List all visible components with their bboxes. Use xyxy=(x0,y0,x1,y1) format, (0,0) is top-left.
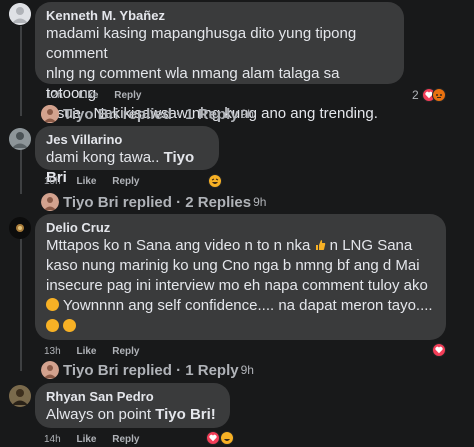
mention-tag[interactable]: Tiyo Bri! xyxy=(155,406,216,423)
comment-text-part: n LNG Sana xyxy=(325,237,413,254)
love-reaction-icon[interactable] xyxy=(432,343,446,357)
replies-time: 9h xyxy=(240,363,254,377)
comment-meta: 12h Like Reply xyxy=(46,90,155,101)
replier-avatar xyxy=(41,361,59,379)
comment-text-part: Mttapos ko n Sana ang video n to n nka xyxy=(46,237,315,254)
timestamp[interactable]: 14h xyxy=(44,434,61,445)
comment-bubble: Jes Villarino dami kong tawa.. Tiyo Bri xyxy=(35,126,219,186)
comment-text-part: dami kong tawa.. xyxy=(46,149,164,166)
replies-text: Tiyo Bri replied · 2 Replies xyxy=(63,193,252,211)
comment-meta: 10h Like Reply xyxy=(44,176,153,187)
like-button[interactable]: Like xyxy=(76,434,96,445)
like-button[interactable]: Like xyxy=(76,346,96,357)
angry-reaction-icon xyxy=(432,88,446,102)
like-button[interactable]: Like xyxy=(76,176,96,187)
comment-bubble: Kenneth M. Ybañez madami kasing mapanghu… xyxy=(35,2,404,122)
avatar[interactable] xyxy=(9,3,31,25)
view-replies-link[interactable]: Tiyo Bri replied · 2 Replies 9h xyxy=(41,193,266,211)
comment-text-part: Always on point xyxy=(46,406,156,423)
replies-text: Tiyo Bri replied · 1 Reply xyxy=(63,105,239,123)
replier-avatar xyxy=(41,105,59,123)
thread-line xyxy=(20,26,22,116)
avatar[interactable] xyxy=(9,128,31,150)
timestamp[interactable]: 12h xyxy=(46,90,63,101)
comment-bubble: Delio Cruz Mttapos ko n Sana ang video n… xyxy=(35,214,446,340)
comment-line: kaso nung marinig ko ung Cno nga b nmng … xyxy=(46,257,420,274)
comment-meta: 14h Like Reply xyxy=(44,434,153,445)
author-name[interactable]: Jes Villarino xyxy=(46,131,208,148)
replier-avatar xyxy=(41,193,59,211)
like-button[interactable]: Like xyxy=(78,90,98,101)
author-name[interactable]: Kenneth M. Ybañez xyxy=(46,7,393,24)
reaction-summary[interactable]: 2 xyxy=(410,87,450,103)
comment-line: Mttapos ko n Sana ang video n to n nka n… xyxy=(46,236,435,256)
reply-button[interactable]: Reply xyxy=(112,434,139,445)
replies-text: Tiyo Bri replied · 1 Reply xyxy=(63,361,239,379)
thread-line xyxy=(20,148,22,194)
timestamp[interactable]: 10h xyxy=(44,176,61,187)
comment-line: madami kasing mapanghusga dito yung tipo… xyxy=(46,25,357,62)
author-name[interactable]: Delio Cruz xyxy=(46,219,435,236)
reaction-count: 2 xyxy=(412,88,419,102)
avatar[interactable] xyxy=(9,217,31,239)
haha-reaction-icon[interactable] xyxy=(208,174,222,188)
rolling-laughing-emoji-icon xyxy=(46,298,59,311)
comment-bubble: Rhyan San Pedro Always on point Tiyo Bri… xyxy=(35,383,230,428)
thumbs-up-emoji-icon xyxy=(315,237,326,250)
dizzy-face-emoji-icon xyxy=(46,319,59,332)
comment-meta: 13h Like Reply xyxy=(44,346,153,357)
reply-button[interactable]: Reply xyxy=(112,346,139,357)
reply-button[interactable]: Reply xyxy=(112,176,139,187)
comment-text-part: Yownnnn ang self confidence.... na dapat… xyxy=(59,297,433,314)
replies-time: 9h xyxy=(240,107,254,121)
love-reaction-icon[interactable] xyxy=(206,431,220,445)
thread-line xyxy=(20,233,22,371)
comment-line: Yownnnn ang self confidence.... na dapat… xyxy=(46,296,435,316)
reply-button[interactable]: Reply xyxy=(114,90,141,101)
avatar[interactable] xyxy=(9,385,31,407)
author-name[interactable]: Rhyan San Pedro xyxy=(46,388,219,405)
view-replies-link[interactable]: Tiyo Bri replied · 1 Reply 9h xyxy=(41,105,254,123)
view-replies-link[interactable]: Tiyo Bri replied · 1 Reply 9h xyxy=(41,361,254,379)
emoji-row xyxy=(46,318,435,332)
comment-text: Always on point Tiyo Bri! xyxy=(46,405,219,425)
haha-reaction-icon[interactable] xyxy=(220,431,234,445)
replies-time: 9h xyxy=(253,195,267,209)
grinning-face-emoji-icon xyxy=(63,319,77,332)
timestamp[interactable]: 13h xyxy=(44,346,61,357)
comment-line: insecure pag ini interview mo eh napa co… xyxy=(46,277,428,294)
